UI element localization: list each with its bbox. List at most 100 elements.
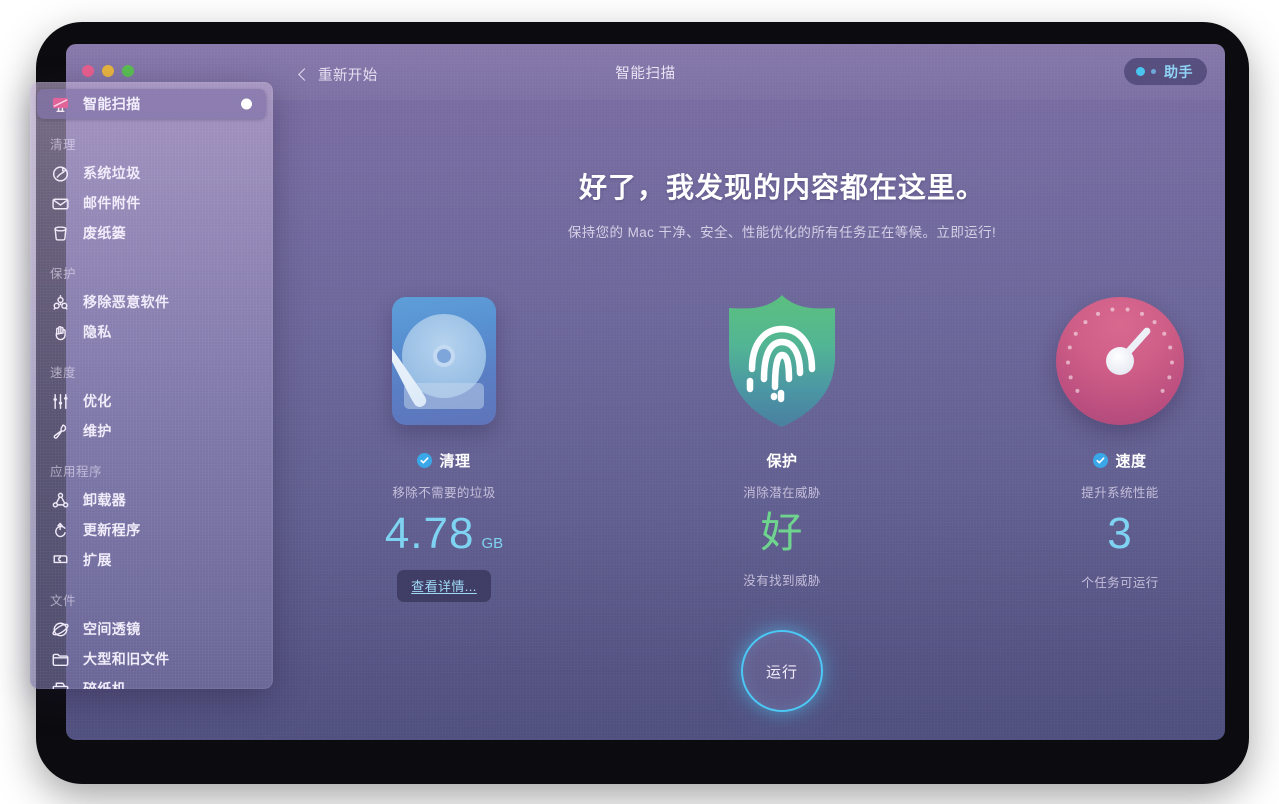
result-headline: 好了，我发现的内容都在这里。	[578, 172, 985, 203]
sidebar-list: 智能扫描清理 系统垃圾 邮件附件 废纸篓保护 移除恶意软件 隐私速度 优化 维护…	[30, 89, 273, 689]
sidebar-item-label: 邮件附件	[83, 195, 141, 211]
folder-icon	[50, 649, 70, 669]
sidebar: 智能扫描清理 系统垃圾 邮件附件 废纸篓保护 移除恶意软件 隐私速度 优化 维护…	[30, 82, 273, 689]
gauge-tick-icon	[1139, 311, 1144, 316]
sidebar-item-label: 隐私	[83, 324, 112, 340]
wrench-icon	[50, 421, 70, 441]
sidebar-item[interactable]: 邮件附件	[37, 188, 266, 218]
gauge-tick-icon	[1169, 360, 1174, 365]
broom-circle-icon	[50, 163, 70, 183]
sidebar-item[interactable]: 更新程序	[37, 515, 266, 545]
card-value-clean: 4.78 GB	[349, 512, 539, 556]
hand-icon	[50, 322, 70, 342]
card-number-clean: 4.78	[384, 509, 475, 558]
sidebar-item-label: 系统垃圾	[83, 165, 141, 181]
sidebar-item-label: 智能扫描	[83, 96, 141, 112]
sidebar-item-label: 移除恶意软件	[83, 294, 170, 310]
result-subheadline: 保持您的 Mac 干净、安全、性能优化的所有任务正在等候。立即运行!	[567, 225, 997, 240]
card-footer-protect: 没有找到威胁	[743, 574, 821, 588]
sidebar-item-label: 更新程序	[83, 522, 141, 538]
puzzle-piece-icon	[50, 550, 70, 570]
sidebar-group-label: 清理	[50, 138, 77, 152]
result-card-protect: 保护 消除潜在威胁 好 没有找到威胁	[687, 286, 877, 589]
uninstaller-icon	[50, 490, 70, 510]
sidebar-item-label: 碎纸机	[83, 681, 127, 689]
sidebar-item-label: 扩展	[83, 552, 112, 568]
gauge-tick-icon	[1110, 307, 1115, 312]
assistant-dot-large-icon	[1136, 67, 1145, 76]
sidebar-item[interactable]: 隐私	[37, 317, 266, 347]
trash-bin-icon	[50, 223, 70, 243]
view-details-button[interactable]: 查看详情...	[397, 570, 491, 602]
result-card-speed: 速度 提升系统性能 3 个任务可运行	[1025, 286, 1215, 591]
sidebar-group-items: 优化 维护	[30, 386, 273, 446]
sidebar-item[interactable]: 废纸篓	[37, 218, 266, 248]
sidebar-item[interactable]: 空间透镜	[37, 614, 266, 644]
sidebar-group-items: 移除恶意软件 隐私	[30, 287, 273, 347]
gauge-tick-icon	[1083, 320, 1088, 325]
hard-drive-icon	[349, 286, 539, 436]
sidebar-item[interactable]: 碎纸机	[37, 674, 266, 689]
card-subtitle-protect: 消除潜在威胁	[743, 486, 821, 500]
sidebar-group-label: 速度	[50, 366, 77, 380]
assistant-button-label: 助手	[1164, 63, 1193, 80]
sidebar-item[interactable]: 优化	[37, 386, 266, 416]
gauge-tick-icon	[1096, 311, 1101, 316]
envelope-icon	[50, 193, 70, 213]
sidebar-item[interactable]: 维护	[37, 416, 266, 446]
card-subtitle-speed: 提升系统性能	[1081, 486, 1159, 500]
card-unit-clean: GB	[481, 535, 504, 552]
main-content: 好了，我发现的内容都在这里。 保持您的 Mac 干净、安全、性能优化的所有任务正…	[339, 100, 1225, 740]
assistant-button[interactable]: 助手	[1124, 58, 1207, 85]
refresh-arrow-icon	[50, 520, 70, 540]
sidebar-group-items: 卸载器 更新程序 扩展	[30, 485, 273, 575]
sidebar-group-label: 保护	[50, 267, 77, 281]
check-circle-icon	[417, 453, 433, 468]
sidebar-item-label: 卸载器	[83, 492, 127, 508]
sidebar-item[interactable]: 系统垃圾	[37, 158, 266, 188]
gauge-tick-icon	[1167, 375, 1172, 380]
sidebar-item[interactable]: 扩展	[37, 545, 266, 575]
app-root: 重新开始 智能扫描 助手 好了，我发现的内容都在这里。 保持您的 Mac 干净、…	[0, 0, 1279, 804]
sliders-icon	[50, 391, 70, 411]
card-value-speed: 3	[1025, 512, 1215, 556]
gauge-tick-icon	[1066, 360, 1071, 365]
shredder-icon	[50, 679, 70, 689]
run-button-wrap: 运行	[339, 630, 1225, 712]
card-subtitle-clean: 移除不需要的垃圾	[392, 486, 496, 500]
sidebar-group-label: 文件	[50, 594, 77, 608]
sidebar-item[interactable]: 移除恶意软件	[37, 287, 266, 317]
card-title-row: 速度	[1025, 450, 1215, 471]
page-title: 智能扫描	[615, 66, 676, 82]
check-circle-icon	[1093, 453, 1109, 468]
card-title-protect: 保护	[766, 453, 798, 470]
sidebar-group-label: 应用程序	[50, 465, 103, 479]
gauge-tick-icon	[1160, 388, 1165, 393]
gauge-tick-icon	[1168, 345, 1173, 350]
gauge-tick-icon	[1067, 345, 1072, 350]
monitor-scan-icon	[50, 94, 70, 114]
sidebar-group-items: 空间透镜 大型和旧文件 碎纸机	[30, 614, 273, 689]
card-title-row: 保护	[687, 450, 877, 471]
biohazard-icon	[50, 292, 70, 312]
gauge-tick-icon	[1073, 331, 1078, 336]
sidebar-item-label: 维护	[83, 423, 112, 439]
sidebar-item-label: 优化	[83, 393, 112, 409]
speed-gauge-icon	[1025, 286, 1215, 436]
gauge-tick-icon	[1152, 320, 1157, 325]
card-title-clean: 清理	[439, 453, 471, 470]
card-title-row: 清理	[349, 450, 539, 471]
run-button[interactable]: 运行	[741, 630, 823, 712]
sidebar-item[interactable]: 大型和旧文件	[37, 644, 266, 674]
gauge-tick-icon	[1075, 388, 1080, 393]
sidebar-item[interactable]: 卸载器	[37, 485, 266, 515]
assistant-dot-small-icon	[1151, 69, 1156, 74]
card-footer-speed: 个任务可运行	[1081, 576, 1159, 590]
gauge-tick-icon	[1162, 331, 1167, 336]
sidebar-item-smart-scan[interactable]: 智能扫描	[37, 89, 266, 119]
space-lens-icon	[50, 619, 70, 639]
sidebar-group-items: 系统垃圾 邮件附件 废纸篓	[30, 158, 273, 248]
sidebar-item-label: 废纸篓	[83, 225, 127, 241]
gauge-tick-icon	[1125, 307, 1130, 312]
sidebar-item-label: 空间透镜	[83, 621, 141, 637]
